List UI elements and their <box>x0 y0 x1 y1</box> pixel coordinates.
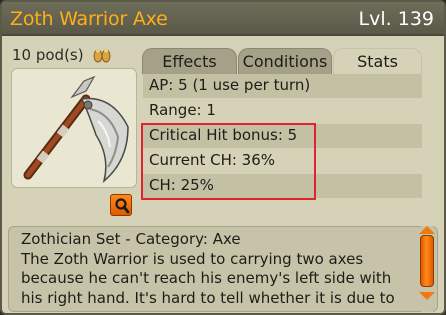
item-pods: 10 pod(s) <box>12 46 84 64</box>
description-box: Zothician Set - Category: Axe The Zoth W… <box>8 226 438 312</box>
description-scrollbar[interactable] <box>418 226 436 312</box>
highlight-box <box>141 123 316 200</box>
tab-stats[interactable]: Stats <box>333 48 422 74</box>
item-level: Lvl. 139 <box>358 8 434 30</box>
description-line: his right hand. It's hard to tell whethe… <box>21 288 395 307</box>
tab-conditions[interactable]: Conditions <box>238 48 332 74</box>
description-line: Zothician Set - Category: Axe <box>21 230 241 248</box>
item-name: Zoth Warrior Axe <box>10 8 168 30</box>
tab-effects[interactable]: Effects <box>142 48 237 74</box>
axe-icon <box>23 75 129 184</box>
scroll-up-icon[interactable] <box>419 226 435 234</box>
description-text: Zothician Set - Category: Axe The Zoth W… <box>21 230 417 308</box>
title-bar: Zoth Warrior Axe Lvl. 139 <box>2 2 444 36</box>
stat-ap: AP: 5 (1 use per turn) <box>143 74 422 98</box>
stat-range: Range: 1 <box>143 99 422 123</box>
item-tooltip-panel: Zoth Warrior Axe Lvl. 139 10 pod(s) Effe… <box>0 0 446 315</box>
scroll-thumb[interactable] <box>420 235 434 287</box>
description-line: The Zoth Warrior is used to carrying two… <box>21 249 364 268</box>
item-image-frame <box>11 68 137 188</box>
magnifier-icon <box>115 198 130 214</box>
zoom-button[interactable] <box>110 194 132 216</box>
pods-icon <box>93 49 111 63</box>
description-line: because he can't reach his enemy's left … <box>21 269 392 287</box>
scroll-down-icon[interactable] <box>419 292 435 300</box>
